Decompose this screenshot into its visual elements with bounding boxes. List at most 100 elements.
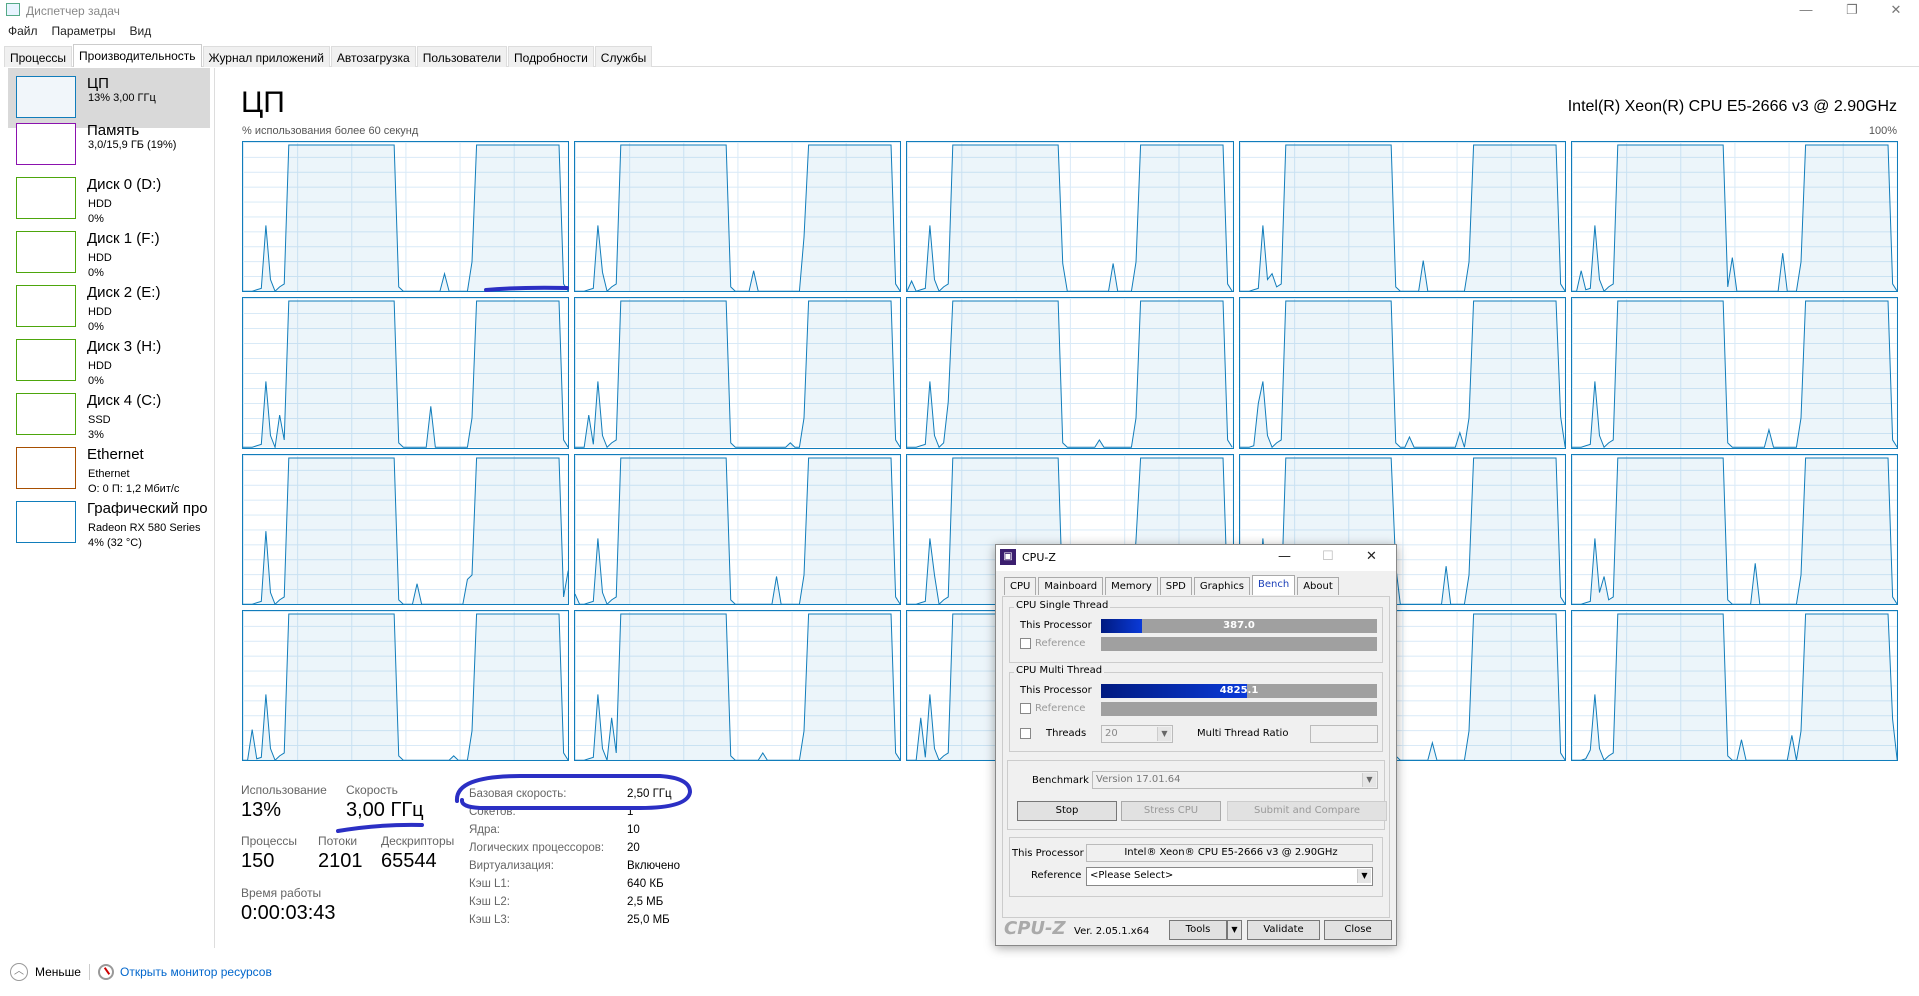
cpuz-tab-about[interactable]: About: [1297, 577, 1339, 595]
open-resource-monitor-link[interactable]: Открыть монитор ресурсов: [120, 965, 272, 979]
cpuz-tab-cpu[interactable]: CPU: [1004, 577, 1037, 595]
usage-area: [575, 457, 901, 604]
stop-button[interactable]: Stop: [1017, 801, 1117, 821]
benchmark-group: Benchmark Version 17.01.64 ▼ Stop Stress …: [1007, 760, 1387, 830]
processor-group: This Processor Intel® Xeon® CPU E5-2666 …: [1009, 837, 1383, 897]
usage-graph: [907, 298, 1232, 448]
tab-app-history[interactable]: Журнал приложений: [202, 46, 330, 67]
restore-button[interactable]: ❐: [1829, 0, 1875, 22]
benchmark-version-select[interactable]: Version 17.01.64 ▼: [1092, 771, 1378, 789]
benchmark-version: Version 17.01.64: [1096, 774, 1181, 785]
reference-label: Reference: [1031, 870, 1082, 881]
usage-area: [252, 301, 569, 448]
cpu-core-graph: [242, 141, 570, 293]
sidebar-item[interactable]: Диск 4 (C:) SSD 3%: [8, 385, 210, 445]
uptime-value: 0:00:03:43: [241, 902, 336, 924]
chevron-up-icon[interactable]: ︿: [10, 963, 28, 981]
fewer-details-button[interactable]: Меньше: [35, 965, 81, 979]
tools-button[interactable]: Tools: [1169, 920, 1227, 940]
minimize-button[interactable]: —: [1783, 0, 1829, 22]
threads-checkbox[interactable]: [1020, 728, 1031, 739]
cpuz-tab-graphics[interactable]: Graphics: [1193, 577, 1251, 595]
cpu-core-graph: [1570, 141, 1898, 293]
sidebar-item-detail: 13% 3,00 ГГц: [88, 92, 156, 104]
usage-area: [907, 144, 1233, 292]
multi-thread-score: 4825.1: [1219, 685, 1259, 696]
tab-users[interactable]: Пользователи: [416, 46, 508, 67]
this-processor-label: This Processor: [1012, 848, 1084, 859]
sidebar-thumbnail-graph: [16, 447, 76, 489]
usage-graph: [575, 298, 900, 448]
reference-select[interactable]: <Please Select> ▼: [1086, 867, 1373, 886]
sidebar-item[interactable]: Графический про Radeon RX 580 Series 4% (…: [8, 493, 210, 553]
processes-label: Процессы: [241, 834, 298, 848]
usage-area: [584, 613, 901, 760]
dropdown-arrow-icon: ▼: [1357, 869, 1371, 883]
cpuz-maximize-button[interactable]: ☐: [1322, 549, 1334, 564]
usage-value: 13%: [241, 799, 282, 821]
validate-button[interactable]: Validate: [1247, 920, 1320, 940]
tab-processes[interactable]: Процессы: [4, 46, 73, 67]
sidebar-item-detail: HDD: [88, 306, 112, 318]
detail-value: 25,0 МБ: [627, 914, 670, 926]
multi-thread-ratio-label: Multi Thread Ratio: [1197, 728, 1289, 739]
detail-row: Сокетов: 1: [469, 806, 680, 824]
sidebar-item-detail: SSD: [88, 414, 111, 426]
sidebar-item-detail: Ethernet: [88, 468, 130, 480]
sidebar: ЦП 13% 3,00 ГГц Память 3,0/15,9 ГБ (19%)…: [0, 68, 215, 948]
cpuz-minimize-button[interactable]: —: [1278, 549, 1291, 564]
annotation-underline-speed: [336, 822, 424, 833]
close-button[interactable]: ✕: [1873, 0, 1919, 22]
cpu-core-graph: [242, 453, 570, 605]
usage-graph: [907, 142, 1233, 292]
threads-select[interactable]: 20 ▼: [1101, 725, 1173, 743]
sidebar-item[interactable]: Диск 2 (E:) HDD 0%: [8, 277, 210, 337]
tools-dropdown-button[interactable]: ▼: [1227, 920, 1242, 940]
tab-services[interactable]: Службы: [594, 46, 653, 67]
multi-thread-group: CPU Multi Thread This Processor 4825.1 R…: [1009, 665, 1383, 752]
menu-view[interactable]: Вид: [129, 24, 151, 38]
cpu-core-graph: [1570, 297, 1898, 449]
multi-reference-checkbox[interactable]: [1020, 703, 1031, 714]
menu-file[interactable]: Файл: [8, 24, 38, 38]
usage-area: [1580, 613, 1897, 760]
cpuz-tab-mainboard[interactable]: Mainboard: [1038, 577, 1104, 595]
cpuz-tab-memory[interactable]: Memory: [1105, 577, 1158, 595]
detail-key: Ядра:: [469, 824, 501, 836]
cpu-core-graph: [906, 141, 1234, 293]
sidebar-item-detail: HDD: [88, 252, 112, 264]
stress-cpu-button[interactable]: Stress CPU: [1121, 801, 1221, 821]
usage-graph: [1572, 142, 1897, 292]
dropdown-arrow-icon: ▼: [1362, 773, 1376, 787]
usage-graph: [575, 142, 900, 292]
cpuz-tabs: CPU Mainboard Memory SPD Graphics Bench …: [1004, 575, 1341, 595]
single-reference-checkbox[interactable]: [1020, 638, 1031, 649]
submit-compare-button[interactable]: Submit and Compare: [1227, 801, 1387, 821]
sidebar-item-detail: Radeon RX 580 Series: [88, 522, 201, 534]
sidebar-item[interactable]: Ethernet Ethernet О: 0 П: 1,2 Мбит/с: [8, 439, 210, 499]
cpuz-tab-spd[interactable]: SPD: [1159, 577, 1192, 595]
close-button[interactable]: Close: [1324, 920, 1392, 940]
tab-details[interactable]: Подробности: [508, 46, 594, 67]
graph-axis-max: 100%: [1868, 125, 1897, 137]
detail-value: 10: [627, 824, 640, 836]
usage-graph: [1572, 611, 1897, 760]
cpu-core-graph: [906, 297, 1234, 449]
tab-performance[interactable]: Производительность: [73, 44, 202, 67]
page-title: ЦП: [241, 86, 285, 119]
usage-area: [1580, 301, 1897, 448]
sidebar-item[interactable]: Диск 3 (H:) HDD 0%: [8, 331, 210, 391]
tab-startup[interactable]: Автозагрузка: [330, 46, 416, 67]
menu-options[interactable]: Параметры: [52, 24, 116, 38]
sidebar-item[interactable]: Диск 0 (D:) HDD 0%: [8, 169, 210, 229]
cpuz-close-x-button[interactable]: ✕: [1366, 549, 1377, 564]
sidebar-item[interactable]: Диск 1 (F:) HDD 0%: [8, 223, 210, 283]
cpuz-tab-bench[interactable]: Bench: [1252, 575, 1296, 595]
sidebar-item-name: ЦП: [87, 75, 109, 92]
cpuz-title: CPU-Z: [1022, 551, 1056, 564]
detail-row: Виртуализация: Включено: [469, 860, 680, 878]
detail-value: 1: [627, 806, 634, 818]
sidebar-item[interactable]: Память 3,0/15,9 ГБ (19%): [8, 115, 210, 175]
cpu-core-graph: [574, 297, 902, 449]
cpuz-title-bar: ▣ CPU-Z — ☐ ✕: [996, 545, 1396, 571]
